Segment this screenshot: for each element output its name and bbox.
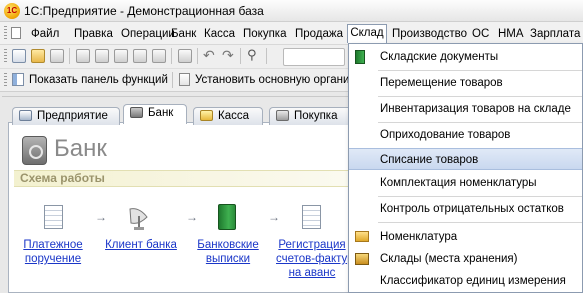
menu-item-goods-receipt[interactable]: Оприходование товаров <box>349 124 582 146</box>
bank-statements-link[interactable]: Банковские выписки <box>194 238 262 266</box>
invoice-registration-link[interactable]: Регистрация счетов-фактур на аванс <box>276 238 348 280</box>
window-title: 1С:Предприятие - Демонстрационная база <box>24 4 264 18</box>
tab-label: Касса <box>218 110 249 122</box>
paste-icon[interactable] <box>114 49 128 63</box>
menu-item-label: Оприходование товаров <box>380 129 511 141</box>
divider <box>2 96 348 97</box>
search-input[interactable] <box>283 48 345 66</box>
toolbar-separator <box>240 48 241 64</box>
menu-item-label: Номенклатура <box>380 231 458 243</box>
function-panel-icon <box>12 73 24 86</box>
menu-item-label: Складские документы <box>380 51 499 63</box>
menu-cash[interactable]: Касса <box>204 26 235 42</box>
new-document-icon[interactable] <box>12 49 26 63</box>
copy-icon[interactable] <box>95 49 109 63</box>
arrow-right-icon: → <box>268 210 280 224</box>
warehouse-dropdown-menu: Складские документы Перемещение товаров … <box>348 43 583 293</box>
menu-file[interactable]: Файл <box>31 26 59 42</box>
tab-label: Покупка <box>294 110 338 122</box>
organization-icon <box>179 73 190 86</box>
tab-cash[interactable]: Касса <box>193 107 263 125</box>
tab-purchase[interactable]: Покупка <box>269 107 348 125</box>
menu-item-inventory-count[interactable]: Инвентаризация товаров на складе <box>349 98 582 120</box>
menu-separator <box>378 222 582 223</box>
show-function-panel-button[interactable]: Показать панель функций <box>29 74 168 86</box>
bank-client-link[interactable]: Клиент банка <box>103 238 179 252</box>
redo-icon[interactable]: ↷ <box>222 47 234 64</box>
toolbar-separator <box>69 48 70 64</box>
open-folder-icon[interactable] <box>31 49 45 63</box>
toolbar-separator <box>171 48 172 64</box>
menu-item-label: Комплектация номенклатуры <box>380 177 537 189</box>
toolbar-grip-icon[interactable] <box>4 49 7 64</box>
tab-label: Банк <box>148 107 174 119</box>
menu-item-goods-writeoff[interactable]: Списание товаров <box>349 148 582 170</box>
menu-item-negative-stock-control[interactable]: Контроль отрицательных остатков <box>349 198 582 220</box>
menu-sales[interactable]: Продажа <box>295 26 343 42</box>
format-icon[interactable] <box>178 49 192 63</box>
menu-item-label: Списание товаров <box>380 154 479 166</box>
arrow-right-icon: → <box>95 210 107 224</box>
truck-icon <box>276 110 289 121</box>
menu-item-label: Классификатор единиц измерения <box>380 275 566 287</box>
menu-production[interactable]: Производство <box>392 26 467 42</box>
document-icon <box>11 27 21 39</box>
menu-item-warehouse-documents[interactable]: Складские документы <box>349 46 582 68</box>
toolbar-separator <box>172 72 173 88</box>
invoice-registration-icon[interactable] <box>302 205 321 229</box>
app-logo-icon: 1С <box>4 3 20 19</box>
building-icon <box>19 110 32 121</box>
toolbar-separator <box>266 48 267 64</box>
bank-icon <box>130 107 143 118</box>
undo-icon[interactable]: ↶ <box>203 47 215 64</box>
menu-fixed-assets[interactable]: ОС <box>472 26 489 42</box>
menu-item-warehouses[interactable]: Склады (места хранения) <box>349 248 582 270</box>
cut-icon[interactable] <box>76 49 90 63</box>
menu-item-label: Склады (места хранения) <box>380 253 518 265</box>
menu-separator <box>378 70 582 71</box>
payment-order-link[interactable]: Платежное поручение <box>14 238 92 266</box>
menu-warehouse[interactable]: Склад <box>347 24 387 43</box>
set-main-organization-button[interactable]: Установить основную органи <box>195 74 349 86</box>
arrow-right-icon: → <box>186 210 198 224</box>
cash-icon <box>200 110 213 121</box>
paste-special-icon[interactable] <box>133 49 147 63</box>
menu-intangibles[interactable]: НМА <box>498 26 524 42</box>
payment-order-icon[interactable] <box>44 205 63 229</box>
satellite-icon[interactable] <box>125 203 153 231</box>
tab-label: Предприятие <box>37 110 108 122</box>
menu-item-nomenclature[interactable]: Номенклатура <box>349 226 582 248</box>
menubar-grip-icon[interactable] <box>4 26 7 41</box>
menu-separator <box>378 122 582 123</box>
menu-item-label: Инвентаризация товаров на складе <box>380 103 571 115</box>
menu-separator <box>378 96 582 97</box>
menu-bank[interactable]: Банк <box>171 26 196 42</box>
bank-safe-icon <box>22 136 47 165</box>
bank-statements-icon[interactable] <box>218 204 236 230</box>
menu-item-label: Перемещение товаров <box>380 77 503 89</box>
find-icon[interactable]: ⚲ <box>247 47 257 63</box>
tab-enterprise[interactable]: Предприятие <box>12 107 120 125</box>
menu-separator <box>378 196 582 197</box>
toolbar-grip-icon[interactable] <box>4 73 7 88</box>
menu-item-goods-transfer[interactable]: Перемещение товаров <box>349 72 582 94</box>
save-icon[interactable] <box>50 49 64 63</box>
warehouse-icon <box>355 253 369 265</box>
menu-item-label: Контроль отрицательных остатков <box>380 203 564 215</box>
delete-icon[interactable] <box>152 49 166 63</box>
green-book-icon <box>355 50 365 64</box>
menu-item-units-classifier[interactable]: Классификатор единиц измерения <box>349 270 582 292</box>
menu-salary[interactable]: Зарплата <box>530 26 580 42</box>
menu-edit[interactable]: Правка <box>74 26 113 42</box>
menu-item-item-assembly[interactable]: Комплектация номенклатуры <box>349 172 582 194</box>
scheme-title: Схема работы <box>20 171 105 185</box>
panel-title: Банк <box>54 135 107 162</box>
menu-operations[interactable]: Операции <box>121 26 175 42</box>
catalog-icon <box>355 231 369 242</box>
toolbar-separator <box>197 48 198 64</box>
menu-purchase[interactable]: Покупка <box>243 26 286 42</box>
tab-bank[interactable]: Банк <box>123 104 187 124</box>
